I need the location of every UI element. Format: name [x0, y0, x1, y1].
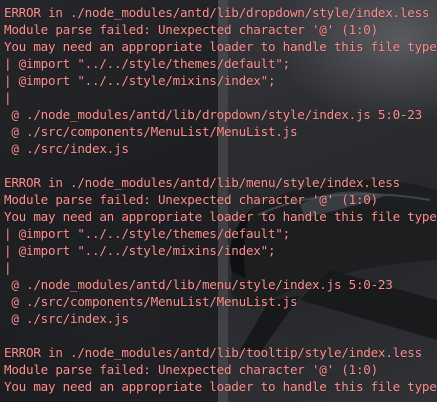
- terminal-line: You may need an appropriate loader to ha…: [4, 379, 437, 394]
- terminal-line: Module parse failed: Unexpected characte…: [4, 22, 378, 37]
- terminal-line: @ ./src/index.js: [4, 311, 129, 326]
- terminal-line: You may need an appropriate loader to ha…: [4, 39, 437, 54]
- terminal-line: You may need an appropriate loader to ha…: [4, 209, 437, 224]
- terminal-line: |: [4, 90, 12, 105]
- terminal-line: @ ./src/components/MenuList/MenuList.js: [4, 124, 298, 139]
- terminal-line: | @import "../../style/themes/default";: [4, 56, 290, 71]
- terminal-line: | @import "../../style/themes/default";: [4, 226, 290, 241]
- terminal-line: Module parse failed: Unexpected characte…: [4, 192, 378, 207]
- terminal-line: @ ./node_modules/antd/lib/dropdown/style…: [4, 107, 422, 122]
- error-heading-line: ERROR in ./node_modules/antd/lib/dropdow…: [4, 5, 430, 20]
- terminal-line: @ ./src/components/MenuList/MenuList.js: [4, 294, 298, 309]
- terminal-line: |: [4, 260, 12, 275]
- terminal-line: | @import "../../style/mixins/index";: [4, 73, 276, 88]
- error-heading-line: ERROR in ./node_modules/antd/lib/tooltip…: [4, 345, 422, 360]
- error-heading-line: ERROR in ./node_modules/antd/lib/menu/st…: [4, 175, 400, 190]
- terminal-line: Module parse failed: Unexpected characte…: [4, 362, 378, 377]
- terminal-line: @ ./node_modules/antd/lib/menu/style/ind…: [4, 277, 393, 292]
- terminal-output: ERROR in ./node_modules/antd/lib/dropdow…: [4, 4, 437, 395]
- terminal-line: @ ./src/index.js: [4, 141, 129, 156]
- terminal-line: | @import "../../style/mixins/index";: [4, 243, 276, 258]
